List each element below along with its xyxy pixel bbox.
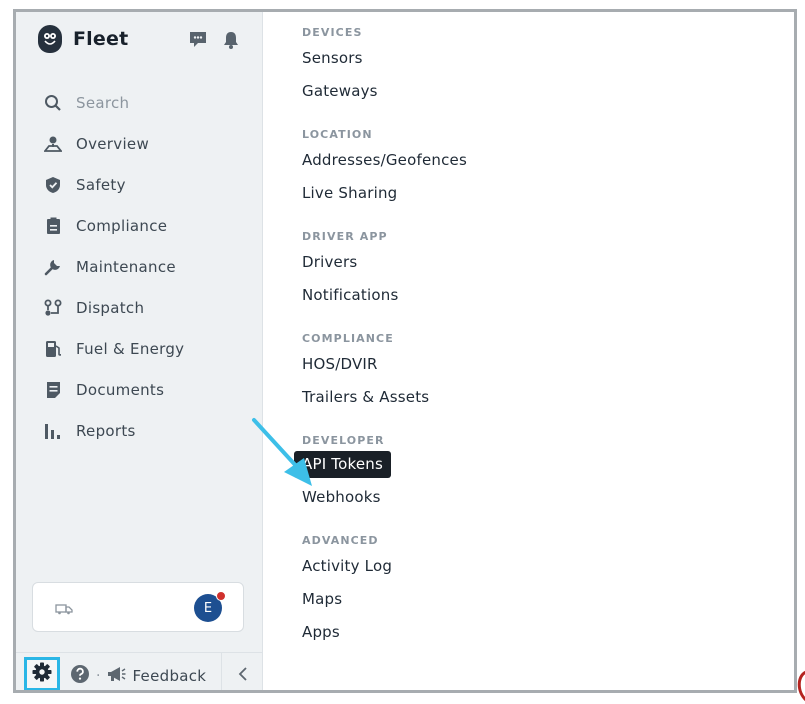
settings-menu: DEVICES Sensors Gateways LOCATION Addres…	[294, 12, 782, 649]
route-icon	[42, 297, 64, 319]
map-pin-icon	[42, 133, 64, 155]
help-icon[interactable]	[70, 664, 90, 688]
brand[interactable]: Fleet	[38, 24, 128, 54]
section-header: DRIVER APP	[302, 230, 388, 243]
menu-section-devices: DEVICES Sensors Gateways	[302, 12, 782, 108]
separator: ·	[96, 668, 101, 684]
gear-icon	[32, 662, 52, 686]
collapse-sidebar-button[interactable]	[221, 653, 263, 690]
sidebar-item-overview[interactable]: Overview	[16, 123, 263, 164]
sidebar-item-label: Overview	[76, 134, 150, 153]
megaphone-icon	[106, 666, 126, 686]
feedback-button[interactable]: Feedback	[132, 667, 206, 685]
menu-item-hos-dvir[interactable]: HOS/DVIR	[302, 348, 782, 381]
chat-icon[interactable]	[188, 30, 208, 54]
bar-chart-icon	[42, 420, 64, 442]
menu-item-maps[interactable]: Maps	[302, 583, 782, 616]
menu-section-compliance: COMPLIANCE HOS/DVIR Trailers & Assets	[302, 312, 782, 414]
menu-item-webhooks[interactable]: Webhooks	[302, 481, 782, 514]
section-header: COMPLIANCE	[302, 332, 394, 345]
notification-dot	[216, 591, 226, 601]
document-icon	[42, 379, 64, 401]
sidebar-item-documents[interactable]: Documents	[16, 369, 263, 410]
sidebar-footer: · Feedback	[16, 652, 263, 690]
section-header: DEVELOPER	[302, 434, 385, 447]
shield-icon	[42, 174, 64, 196]
sidebar-item-fuel[interactable]: Fuel & Energy	[16, 328, 263, 369]
chevron-left-icon	[238, 665, 248, 686]
fuel-icon	[42, 338, 64, 360]
sidebar-item-safety[interactable]: Safety	[16, 164, 263, 205]
clipboard-icon	[42, 215, 64, 237]
menu-item-notifications[interactable]: Notifications	[302, 279, 782, 312]
sidebar-item-label: Search	[76, 93, 130, 112]
sidebar-nav: Search Overview Safety Compliance Mainte…	[16, 82, 263, 451]
search-icon	[42, 92, 64, 114]
annotation-arrow-icon	[252, 418, 312, 486]
menu-section-driver-app: DRIVER APP Drivers Notifications	[302, 210, 782, 312]
section-header: LOCATION	[302, 128, 373, 141]
sidebar-item-label: Documents	[76, 380, 165, 399]
settings-button[interactable]	[24, 657, 60, 690]
section-header: ADVANCED	[302, 534, 379, 547]
sidebar-item-label: Reports	[76, 421, 136, 440]
menu-section-developer: DEVELOPER API Tokens Webhooks	[294, 414, 782, 514]
owl-logo-icon	[38, 25, 62, 53]
menu-item-activity-log[interactable]: Activity Log	[302, 550, 782, 583]
section-header: DEVICES	[302, 26, 363, 39]
menu-item-trailers-assets[interactable]: Trailers & Assets	[302, 381, 782, 414]
menu-item-apps[interactable]: Apps	[302, 616, 782, 649]
menu-item-addresses-geofences[interactable]: Addresses/Geofences	[302, 144, 782, 177]
brand-name: Fleet	[73, 28, 129, 50]
corner-decoration	[797, 670, 805, 702]
sidebar-item-compliance[interactable]: Compliance	[16, 205, 263, 246]
menu-section-location: LOCATION Addresses/Geofences Live Sharin…	[302, 108, 782, 210]
sidebar-item-label: Maintenance	[76, 257, 176, 276]
sidebar-item-reports[interactable]: Reports	[16, 410, 263, 451]
vehicle-selector-card[interactable]: E	[32, 582, 244, 632]
sidebar-item-label: Safety	[76, 175, 126, 194]
bell-icon[interactable]	[222, 30, 240, 54]
help-feedback-group: · Feedback	[70, 664, 206, 688]
truck-icon	[55, 600, 73, 619]
sidebar: Fleet Search Overview Safety Compliance …	[16, 12, 263, 690]
sidebar-item-dispatch[interactable]: Dispatch	[16, 287, 263, 328]
sidebar-item-label: Fuel & Energy	[76, 339, 185, 358]
menu-item-live-sharing[interactable]: Live Sharing	[302, 177, 782, 210]
menu-item-drivers[interactable]: Drivers	[302, 246, 782, 279]
sidebar-item-maintenance[interactable]: Maintenance	[16, 246, 263, 287]
top-icons	[188, 30, 240, 54]
wrench-icon	[42, 256, 64, 278]
menu-item-sensors[interactable]: Sensors	[302, 42, 782, 75]
menu-section-advanced: ADVANCED Activity Log Maps Apps	[302, 514, 782, 649]
app-window: Fleet Search Overview Safety Compliance …	[13, 9, 797, 693]
sidebar-item-label: Dispatch	[76, 298, 145, 317]
sidebar-item-search[interactable]: Search	[16, 82, 263, 123]
menu-item-gateways[interactable]: Gateways	[302, 75, 782, 108]
sidebar-item-label: Compliance	[76, 216, 168, 235]
